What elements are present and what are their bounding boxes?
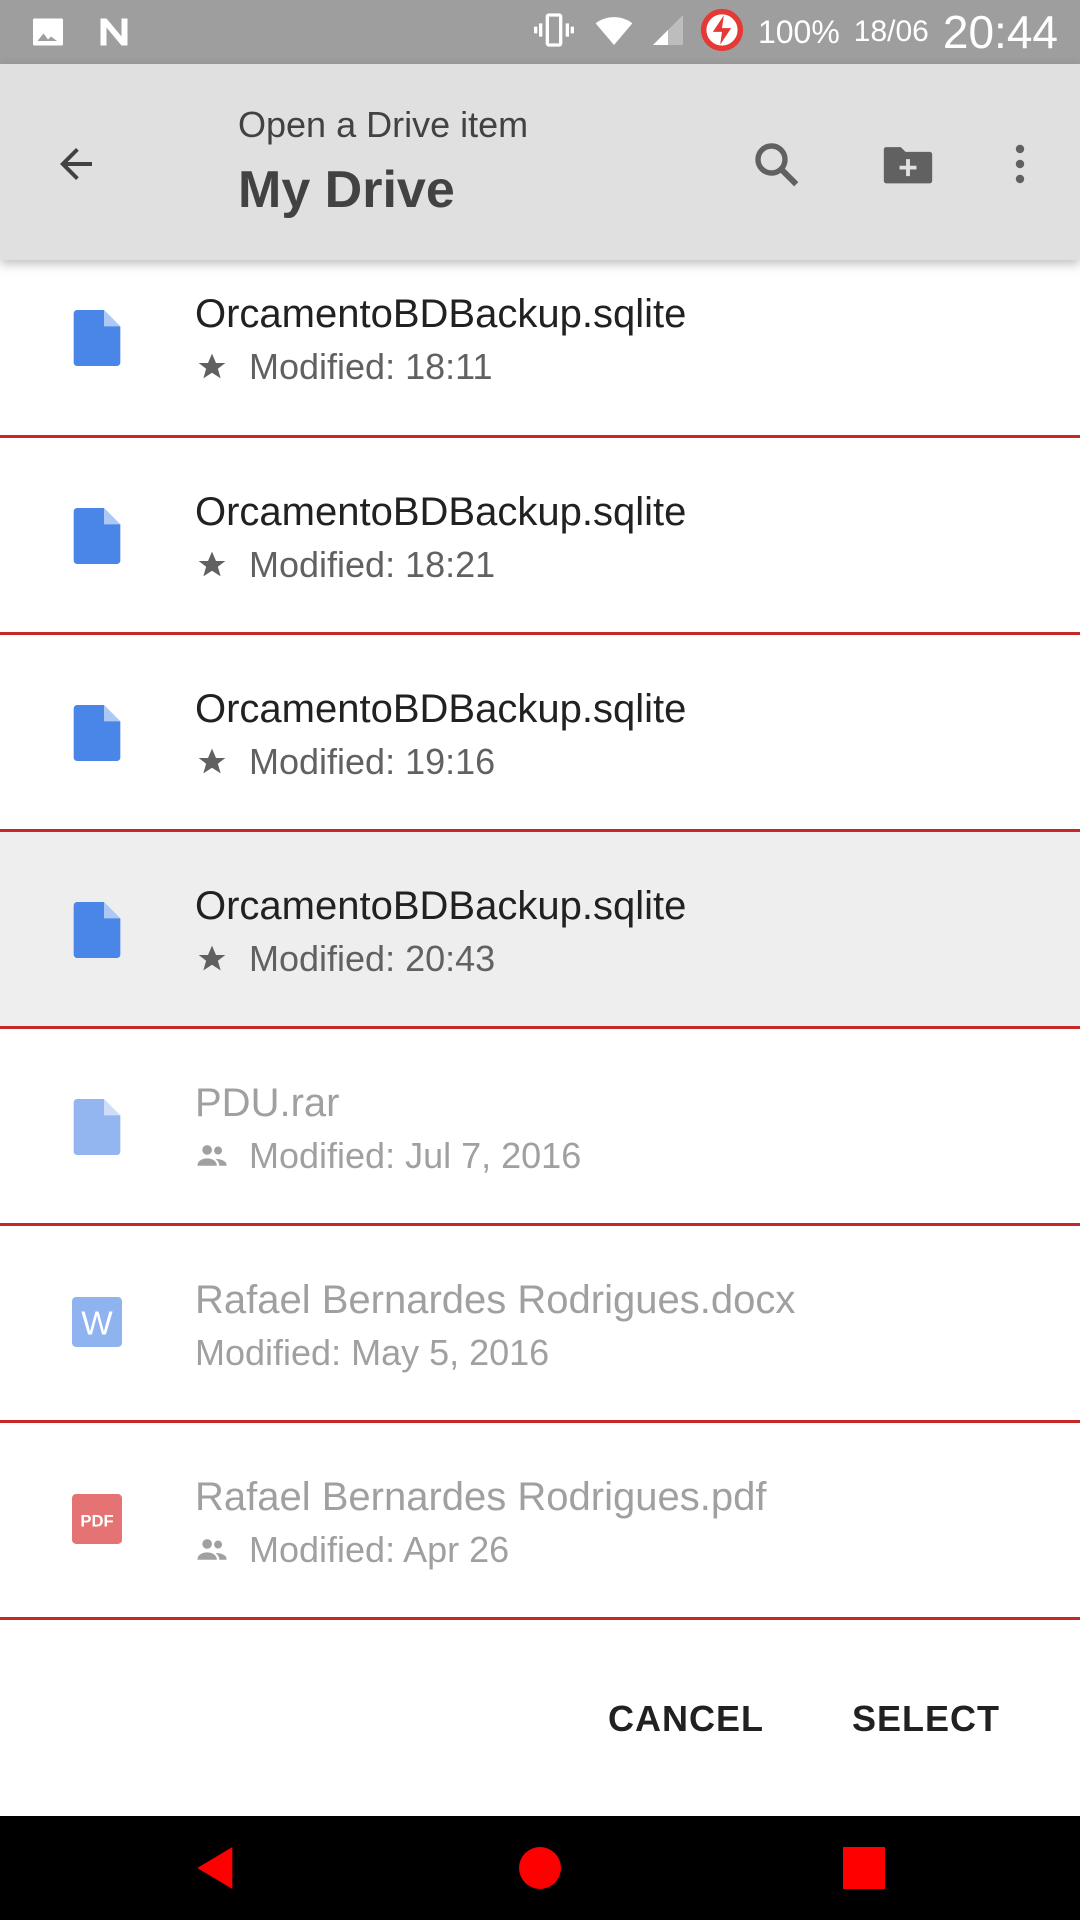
signal-icon <box>650 10 686 55</box>
file-meta: Modified: Jul 7, 2016 <box>195 1135 581 1177</box>
star-icon <box>195 548 229 582</box>
nav-back-button[interactable] <box>184 1836 248 1900</box>
nav-home-icon <box>519 1847 561 1889</box>
file-row[interactable]: OrcamentoBDBackup.sqlite Modified: 19:16 <box>0 635 1080 832</box>
nav-back-icon <box>197 1847 233 1889</box>
back-button[interactable] <box>40 128 112 200</box>
new-folder-icon <box>883 147 933 184</box>
file-name: OrcamentoBDBackup.sqlite <box>195 292 687 336</box>
select-button[interactable]: SELECT <box>852 1698 1000 1740</box>
file-modified: Modified: 18:21 <box>249 544 496 585</box>
word-icon-label: W <box>81 1306 113 1343</box>
file-meta: Modified: 18:11 <box>195 346 493 388</box>
doc-icon <box>72 1099 122 1155</box>
file-row: PDF Rafael Bernardes Rodrigues.pdf Modif… <box>0 1423 1080 1620</box>
more-options-button[interactable] <box>980 124 1060 204</box>
doc-icon <box>72 705 122 761</box>
file-row: PDU.rar Modified: Jul 7, 2016 <box>0 1029 1080 1226</box>
word-icon: W <box>72 1296 122 1352</box>
file-name: Rafael Bernardes Rodrigues.docx <box>195 1278 796 1322</box>
doc-icon <box>72 508 122 564</box>
gallery-notification-icon <box>30 14 66 55</box>
new-folder-button[interactable] <box>868 124 948 204</box>
dialog-subtitle: Open a Drive item <box>238 104 529 145</box>
file-name: Rafael Bernardes Rodrigues.pdf <box>195 1475 767 1519</box>
file-meta: Modified: 19:16 <box>195 741 495 783</box>
shared-icon <box>195 1533 229 1567</box>
n-notification-icon <box>94 14 134 55</box>
status-bar: 100% 18/06 20:44 <box>0 0 1080 64</box>
file-modified: Modified: Apr 26 <box>249 1529 510 1570</box>
file-modified: Modified: May 5, 2016 <box>195 1332 550 1373</box>
file-list: OrcamentoBDBackup.sqlite Modified: 18:11… <box>0 260 1080 1620</box>
doc-icon <box>72 310 122 366</box>
pdf-icon-label: PDF <box>80 1511 113 1530</box>
nav-recents-button[interactable] <box>832 1836 896 1900</box>
star-icon <box>195 350 229 384</box>
page-title: My Drive <box>238 161 455 219</box>
file-name: PDU.rar <box>195 1081 340 1125</box>
file-modified: Modified: 18:11 <box>249 346 493 387</box>
search-icon <box>755 143 799 187</box>
star-icon <box>195 942 229 976</box>
navigation-bar <box>0 1816 1080 1920</box>
file-row: W Rafael Bernardes Rodrigues.docx Modifi… <box>0 1226 1080 1423</box>
file-meta: Modified: May 5, 2016 <box>195 1332 549 1374</box>
cancel-button[interactable]: CANCEL <box>608 1698 764 1740</box>
doc-icon <box>72 902 122 958</box>
pdf-icon: PDF <box>72 1493 122 1549</box>
wifi-icon <box>592 10 636 55</box>
nav-home-button[interactable] <box>508 1836 572 1900</box>
file-modified: Modified: 20:43 <box>249 938 496 979</box>
app-bar: Open a Drive item My Drive <box>0 64 1080 260</box>
back-arrow-icon <box>60 148 92 180</box>
battery-charging-icon <box>700 8 744 57</box>
vibrate-icon <box>530 10 578 55</box>
file-name: OrcamentoBDBackup.sqlite <box>195 884 687 928</box>
dialog-actions: CANCEL SELECT <box>0 1622 1080 1816</box>
file-name: OrcamentoBDBackup.sqlite <box>195 490 687 534</box>
status-date: 18/06 <box>853 15 929 48</box>
star-icon <box>195 745 229 779</box>
shared-icon <box>195 1139 229 1173</box>
file-modified: Modified: Jul 7, 2016 <box>249 1135 582 1176</box>
file-row[interactable]: OrcamentoBDBackup.sqlite Modified: 18:11 <box>0 260 1080 438</box>
nav-recents-icon <box>843 1847 885 1889</box>
file-name: OrcamentoBDBackup.sqlite <box>195 687 687 731</box>
file-row[interactable]: OrcamentoBDBackup.sqlite Modified: 20:43 <box>0 832 1080 1029</box>
file-meta: Modified: Apr 26 <box>195 1529 509 1571</box>
search-button[interactable] <box>736 124 816 204</box>
file-meta: Modified: 20:43 <box>195 938 495 980</box>
file-row[interactable]: OrcamentoBDBackup.sqlite Modified: 18:21 <box>0 438 1080 635</box>
more-vert-icon <box>1015 144 1025 184</box>
file-modified: Modified: 19:16 <box>249 741 496 782</box>
status-time: 20:44 <box>942 6 1058 58</box>
file-meta: Modified: 18:21 <box>195 544 495 586</box>
battery-percent: 100% <box>757 13 840 50</box>
